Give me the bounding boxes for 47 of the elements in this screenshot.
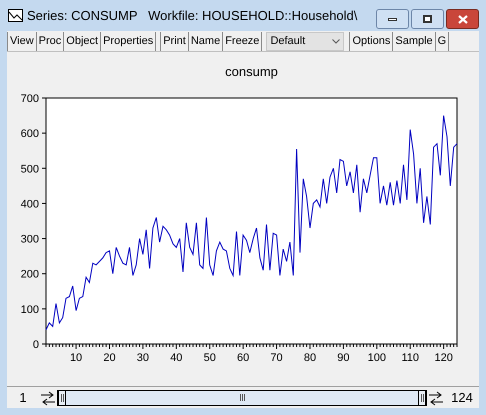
double-arrow-icon[interactable]	[39, 390, 57, 406]
toolbar-button[interactable]: Object	[64, 32, 102, 50]
toolbar-button[interactable]: Sample	[393, 32, 436, 50]
graph-icon	[8, 9, 23, 22]
x-tick-label: 50	[204, 352, 216, 364]
toolbar-button[interactable]: Freeze	[223, 32, 262, 50]
close-icon	[458, 14, 468, 24]
x-tick-label: 20	[103, 352, 116, 364]
toolbar-button[interactable]: G	[436, 32, 450, 50]
y-tick-label: 100	[20, 304, 39, 316]
x-tick-label: 100	[368, 352, 386, 364]
chevron-down-icon	[332, 38, 340, 44]
y-tick-label: 400	[20, 198, 39, 210]
sample-end: 124	[450, 388, 474, 407]
y-tick-label: 700	[20, 93, 39, 105]
sample-start: 1	[18, 388, 28, 407]
toolbar-button[interactable]: Print	[161, 32, 189, 50]
x-tick-label: 40	[170, 352, 182, 364]
x-tick-label: 90	[337, 352, 350, 364]
y-tick-label: 500	[20, 163, 39, 176]
y-tick-label: 200	[20, 268, 39, 281]
x-tick-label: 10	[70, 352, 82, 364]
toolbar-button[interactable]: View	[8, 32, 37, 50]
y-tick-label: 600	[20, 128, 39, 140]
toolbar-button[interactable]: Proc	[36, 32, 64, 50]
double-arrow-icon[interactable]	[427, 390, 445, 406]
slider-thumb[interactable]	[58, 390, 66, 406]
window-title: Series: CONSUMP Workfile: HOUSEHOLD::Household\	[27, 6, 358, 25]
y-tick-label: 300	[20, 234, 39, 246]
x-tick-label: 60	[237, 352, 250, 364]
x-tick-label: 70	[270, 352, 283, 364]
toolbar-button[interactable]: Options	[350, 32, 394, 50]
toolbar-button[interactable]: Properties	[101, 32, 156, 50]
grip-icon	[240, 394, 244, 401]
slider-thumb[interactable]	[418, 390, 426, 406]
y-tick-label: 0	[32, 339, 39, 351]
chart-title: consump	[225, 64, 278, 79]
close-button[interactable]	[446, 9, 479, 29]
x-tick-label: 120	[434, 352, 453, 364]
x-tick-label: 80	[304, 352, 316, 364]
sample-range-track[interactable]	[57, 390, 427, 406]
toolbar-button[interactable]: Name	[188, 32, 224, 50]
maximize-button[interactable]	[411, 9, 444, 29]
x-tick-label: 110	[401, 352, 419, 364]
view-dropdown[interactable]: Default	[266, 32, 344, 50]
minimize-button[interactable]	[376, 9, 409, 29]
x-tick-label: 30	[136, 352, 150, 364]
